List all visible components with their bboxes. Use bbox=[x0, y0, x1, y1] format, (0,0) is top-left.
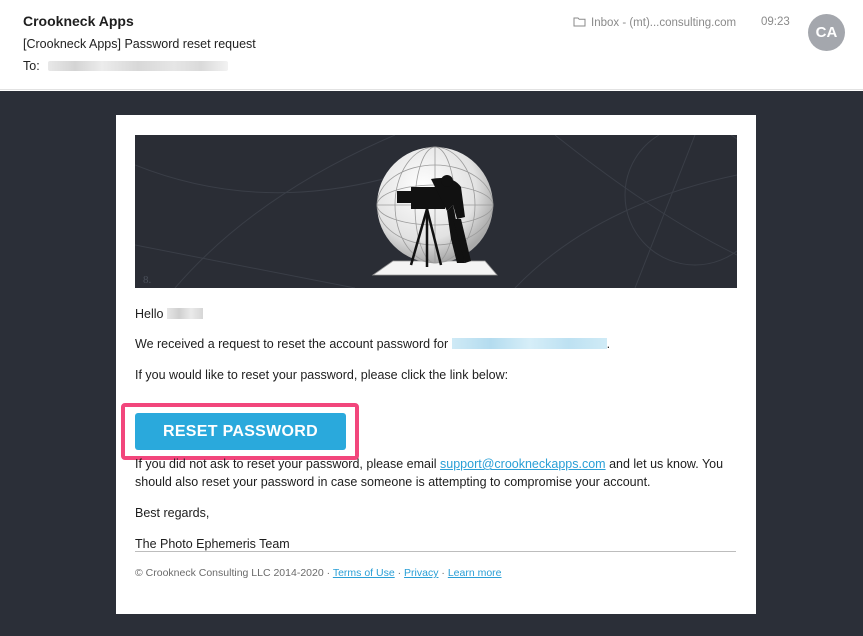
request-end: . bbox=[606, 337, 611, 351]
folder-icon bbox=[573, 16, 586, 30]
team-signature: The Photo Ephemeris Team bbox=[135, 537, 290, 551]
footer: © Crookneck Consulting LLC 2014-2020 · T… bbox=[135, 567, 502, 579]
notice-line-1: If you did not ask to reset your passwor… bbox=[135, 457, 723, 471]
request-line: We received a request to reset the accou… bbox=[135, 337, 610, 351]
avatar[interactable]: CA bbox=[808, 14, 845, 51]
folder-indicator[interactable]: Inbox - (mt)...consulting.com bbox=[573, 16, 736, 30]
reset-password-button[interactable]: RESET PASSWORD bbox=[135, 413, 346, 450]
regards-line: Best regards, bbox=[135, 506, 210, 520]
terms-of-use-link[interactable]: Terms of Use bbox=[333, 567, 395, 579]
notice-line-2: should also reset your password in case … bbox=[135, 475, 651, 489]
mail-header: Crookneck Apps [Crookneck Apps] Password… bbox=[0, 0, 863, 90]
banner-mark: 8. bbox=[143, 274, 152, 286]
folder-label: Inbox - (mt)...consulting.com bbox=[591, 17, 737, 29]
header-banner-image: 8. bbox=[135, 135, 737, 288]
photographer-globe-logo: 8. bbox=[135, 135, 737, 288]
to-label: To: bbox=[23, 59, 40, 73]
redacted-recipient bbox=[47, 61, 228, 71]
sender-name: Crookneck Apps bbox=[23, 13, 134, 29]
footer-separator: · bbox=[441, 567, 445, 579]
footer-divider bbox=[135, 551, 736, 552]
footer-separator: · bbox=[397, 567, 402, 579]
email-card: 8. Hello We received a request to reset … bbox=[116, 115, 756, 614]
notice-text-2: and let us know. You bbox=[609, 457, 724, 471]
received-time: 09:23 bbox=[761, 16, 790, 28]
redacted-name bbox=[166, 308, 203, 319]
email-subject: [Crookneck Apps] Password reset request bbox=[23, 37, 256, 51]
notice-text-1: If you did not ask to reset your passwor… bbox=[135, 457, 437, 471]
greeting-line: Hello bbox=[135, 307, 203, 321]
email-body-area: 8. Hello We received a request to reset … bbox=[0, 91, 863, 636]
support-email-link[interactable]: support@crookneckapps.com bbox=[440, 457, 606, 471]
copyright-text: © Crookneck Consulting LLC 2014-2020 · bbox=[135, 567, 331, 579]
learn-more-link[interactable]: Learn more bbox=[448, 567, 502, 579]
instruction-line: If you would like to reset your password… bbox=[135, 368, 509, 382]
request-text: We received a request to reset the accou… bbox=[135, 337, 449, 351]
redacted-account-email bbox=[451, 338, 607, 349]
recipient-line: To: bbox=[23, 59, 228, 73]
privacy-link[interactable]: Privacy bbox=[404, 567, 438, 579]
greeting-text: Hello bbox=[135, 307, 164, 321]
